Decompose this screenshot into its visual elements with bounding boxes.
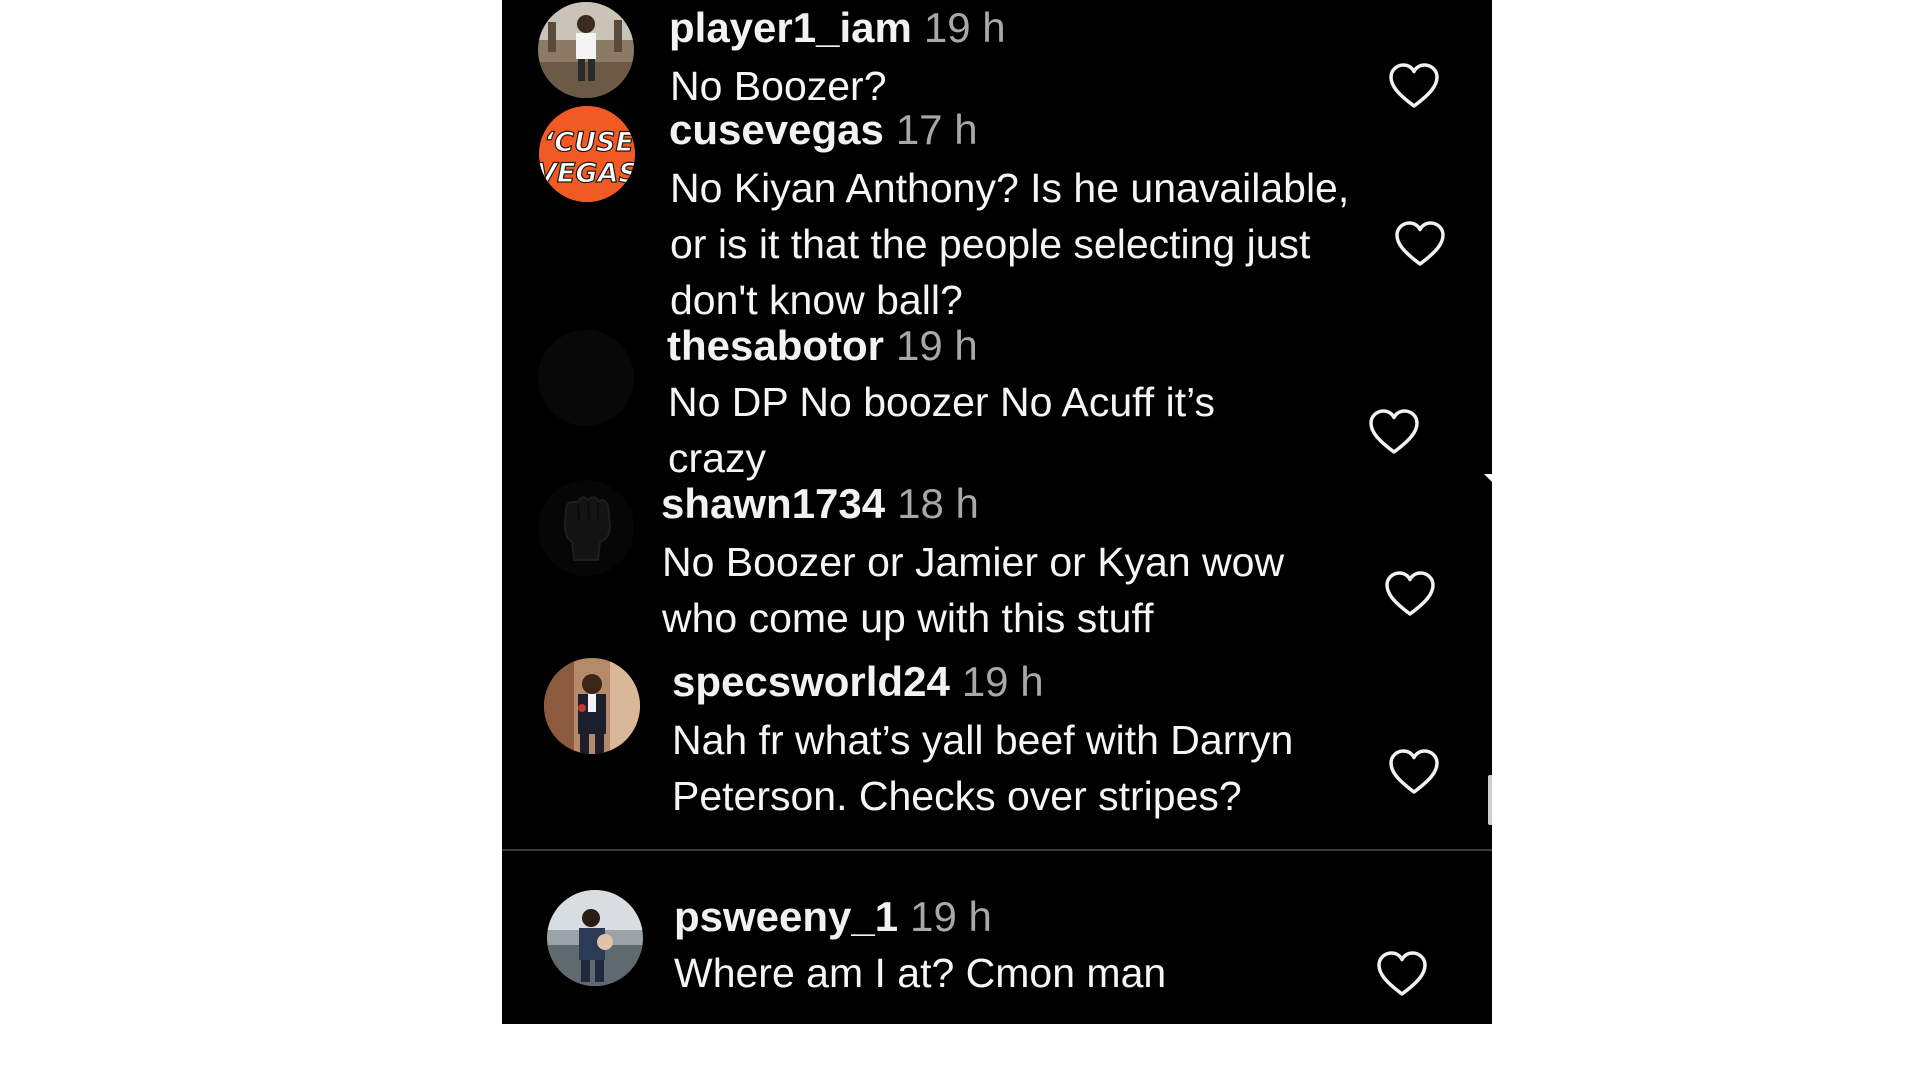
- comment-header: cusevegas 17 h: [669, 104, 978, 156]
- comment-header: psweeny_1 19 h: [674, 891, 992, 943]
- scroll-edge[interactable]: [1488, 775, 1492, 825]
- timestamp: 18 h: [897, 480, 979, 527]
- heart-outline-icon: [1369, 409, 1419, 454]
- avatar-logo-text: VEGAS: [539, 158, 635, 189]
- heart-outline-icon: [1395, 221, 1445, 266]
- username-link[interactable]: cusevegas: [669, 106, 884, 153]
- avatar-logo-text: ‘CUSE: [544, 127, 634, 158]
- avatar[interactable]: [538, 2, 634, 98]
- timestamp: 19 h: [923, 4, 1006, 51]
- like-button[interactable]: [1394, 220, 1446, 268]
- timestamp: 19 h: [896, 322, 978, 369]
- username-link[interactable]: shawn1734: [661, 480, 885, 527]
- username-link[interactable]: player1_iam: [669, 4, 912, 51]
- comment-header: player1_iam 19 h: [669, 2, 1006, 54]
- avatar[interactable]: [544, 658, 640, 754]
- like-button[interactable]: [1388, 62, 1440, 110]
- comment-header: specsworld24 19 h: [672, 656, 1044, 708]
- avatar[interactable]: ‘CUSE VEGAS: [539, 106, 635, 202]
- like-button[interactable]: [1368, 408, 1420, 456]
- edge-marker: [1484, 474, 1492, 482]
- heart-outline-icon: [1389, 63, 1439, 108]
- comment-text: No Kiyan Anthony? Is he unavailable, or …: [670, 165, 1350, 323]
- avatar[interactable]: [538, 330, 634, 426]
- comment-header: shawn1734 18 h: [661, 478, 979, 530]
- avatar[interactable]: [547, 890, 643, 986]
- timestamp: 19 h: [961, 658, 1044, 705]
- heart-outline-icon: [1385, 571, 1435, 616]
- comment-text: No DP No boozer No Acuff it’s crazy: [668, 379, 1215, 481]
- comment-text: Nah fr what’s yall beef with Darryn Pete…: [672, 717, 1294, 819]
- like-button[interactable]: [1384, 570, 1436, 618]
- avatar[interactable]: [538, 480, 634, 576]
- divider: [502, 849, 1492, 851]
- comment-header: thesabotor 19 h: [667, 320, 978, 372]
- fist-icon: [538, 480, 634, 576]
- comment-text: No Boozer or Jamier or Kyan wow who come…: [662, 539, 1285, 641]
- like-button[interactable]: [1388, 748, 1440, 796]
- username-link[interactable]: specsworld24: [672, 658, 950, 705]
- username-link[interactable]: psweeny_1: [674, 893, 898, 940]
- comment-text: Where am I at? Cmon man: [674, 950, 1167, 996]
- timestamp: 19 h: [910, 893, 992, 940]
- comments-panel: player1_iam 19 h No Boozer? ‘CUSE VEGAS c…: [502, 0, 1492, 1024]
- heart-outline-icon: [1389, 749, 1439, 794]
- timestamp: 17 h: [895, 106, 978, 153]
- heart-outline-icon: [1377, 951, 1427, 996]
- username-link[interactable]: thesabotor: [667, 322, 884, 369]
- like-button[interactable]: [1376, 950, 1428, 998]
